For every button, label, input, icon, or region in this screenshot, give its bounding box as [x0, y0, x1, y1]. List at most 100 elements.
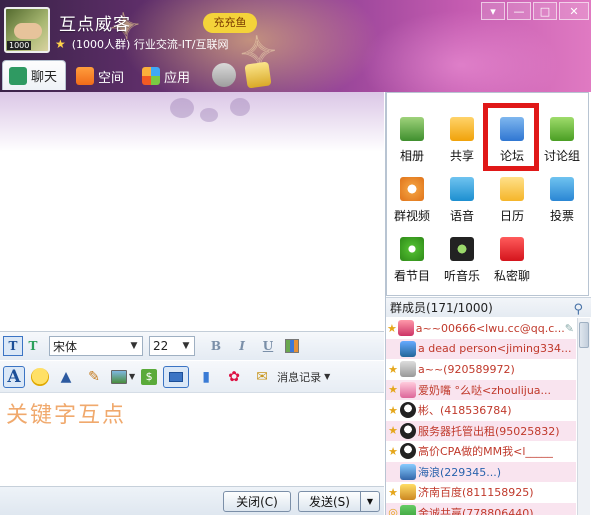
group-subtitle-row: ★ (1000人群) 行业交流-IT/互联网 — [55, 36, 228, 52]
chevron-down-icon[interactable]: ▼ — [324, 372, 330, 381]
chart-icon[interactable]: ▮ — [195, 366, 217, 388]
admin-star-icon: ★ — [388, 383, 398, 397]
close-button[interactable]: 关闭(C) — [223, 491, 291, 512]
app-share[interactable]: 共享 — [437, 93, 487, 163]
header-decor-badge: 充充鱼 — [203, 13, 257, 33]
group-side-panel: 相册 共享 论坛 讨论组 群视频 语音 日历 投票 看节目 听音乐 私密聊 群成… — [385, 92, 591, 515]
typed-text[interactable]: 关键字互点 — [6, 397, 126, 429]
text-style-button[interactable]: T — [3, 336, 23, 356]
list-item[interactable]: ★ 彬、(418536784) — [386, 400, 576, 421]
member-name: a dead person<jiming334... — [418, 342, 572, 356]
house-icon — [76, 67, 95, 85]
decor-blob — [170, 98, 194, 118]
avatar — [397, 320, 414, 337]
font-size-value: 22 — [153, 339, 169, 353]
folder-share-icon — [450, 117, 474, 141]
search-icon[interactable]: ⚲ — [573, 300, 583, 320]
tab-label: 聊天 — [31, 70, 58, 85]
tab-apps[interactable]: 应用 — [136, 62, 198, 90]
chevron-down-icon[interactable]: ▼ — [129, 372, 135, 381]
group-avatar[interactable]: 1000 — [4, 7, 50, 53]
font-toolbar: T T 宋体 ▼ 22 ▼ B I U — [0, 331, 384, 360]
list-item[interactable]: ★ 高价CPA做的MM我<l_____ — [386, 441, 576, 462]
scrollbar-thumb[interactable] — [579, 322, 589, 348]
avatar — [400, 340, 416, 357]
app-group-video[interactable]: 群视频 — [387, 153, 437, 223]
message-input[interactable]: 关键字互点 — [0, 394, 384, 486]
member-name: 高价CPA做的MM我<l_____ — [418, 445, 553, 459]
message-history[interactable] — [0, 92, 384, 328]
underline-button[interactable]: U — [255, 339, 281, 353]
money-icon[interactable]: $ — [141, 368, 158, 385]
avatar — [400, 422, 416, 439]
avatar — [400, 463, 416, 480]
color-grid-icon[interactable] — [285, 339, 299, 353]
text-color-button[interactable]: T — [23, 336, 43, 356]
font-family-select[interactable]: 宋体 ▼ — [49, 336, 143, 356]
edit-icon[interactable]: ✎ — [565, 322, 576, 335]
handshake-icon — [14, 23, 42, 39]
hat-icon[interactable]: ▲ — [55, 366, 77, 388]
font-size-select[interactable]: 22 ▼ — [149, 336, 195, 356]
chevron-down-icon: ▼ — [130, 341, 138, 351]
avatar — [400, 361, 416, 378]
vote-icon — [550, 177, 574, 201]
close-window-button[interactable]: ✕ — [559, 2, 589, 20]
gift-icon[interactable]: ✿ — [223, 366, 245, 388]
admin-star-icon: ★ — [388, 444, 398, 458]
app-discussion-group[interactable]: 讨论组 — [537, 93, 587, 163]
list-item[interactable]: ★ 爱奶嘴 °么哒<zhoulijua... — [386, 379, 576, 400]
send-button[interactable]: 发送(S) — [298, 491, 360, 512]
tab-chat[interactable]: 聊天 — [2, 60, 67, 90]
list-item[interactable]: a dead person<jiming334... — [386, 338, 576, 359]
bold-button[interactable]: B — [203, 339, 229, 353]
plugin-icon[interactable] — [244, 61, 272, 89]
secret-chat-icon — [500, 237, 524, 261]
app-secret-chat[interactable]: 私密聊 — [487, 213, 537, 283]
group-video-icon — [400, 177, 424, 201]
group-title[interactable]: 互点威客 — [59, 10, 131, 35]
decor-blob — [200, 108, 218, 122]
list-item[interactable]: ◎ 金诚共赢(778806440) — [386, 502, 576, 515]
italic-button[interactable]: I — [229, 339, 255, 353]
settings-gear-icon[interactable] — [212, 63, 237, 87]
app-vote[interactable]: 投票 — [537, 153, 587, 223]
tab-space[interactable]: 空间 — [70, 62, 132, 90]
minimize-button[interactable]: — — [507, 2, 531, 20]
app-show[interactable]: 看节目 — [387, 213, 437, 283]
screenshot-icon[interactable] — [163, 365, 190, 388]
voice-icon — [450, 177, 474, 201]
members-count: 群成员(171/1000) — [390, 301, 493, 315]
group-subtitle: (1000人群) 行业交流-IT/互联网 — [71, 38, 229, 51]
members-header: 群成员(171/1000) ⚲ — [386, 297, 591, 317]
list-item[interactable]: ★ a~~00666<lwu.cc@qq.c... ✎ — [386, 318, 576, 339]
tab-label: 空间 — [98, 70, 125, 86]
maximize-button[interactable]: □ — [533, 2, 557, 20]
list-item[interactable]: ★ a~~(920589972) — [386, 359, 576, 380]
list-item[interactable]: ★ 服务器托管出租(95025832) — [386, 420, 576, 441]
image-icon[interactable] — [111, 369, 127, 384]
chat-background-art — [0, 92, 384, 152]
app-voice[interactable]: 语音 — [437, 153, 487, 223]
smiley-icon[interactable] — [31, 367, 49, 386]
list-item[interactable]: ★ 济南百度(811158925) — [386, 482, 576, 503]
menu-dropdown-button[interactable]: ▾ — [481, 2, 505, 20]
font-icon[interactable]: A — [3, 365, 25, 388]
admin-star-icon: ◎ — [388, 506, 398, 515]
pen-icon[interactable]: ✎ — [83, 366, 105, 388]
member-name: 济南百度(811158925) — [418, 486, 534, 500]
app-music[interactable]: 听音乐 — [437, 213, 487, 283]
member-list-scrollbar[interactable] — [577, 318, 590, 515]
app-photo-album[interactable]: 相册 — [387, 93, 437, 163]
list-item[interactable]: 海浪(229345...) — [386, 461, 576, 482]
message-record-button[interactable]: 消息记录 — [277, 369, 321, 385]
photo-album-icon — [400, 117, 424, 141]
member-name: 爱奶嘴 °么哒<zhoulijua... — [418, 383, 552, 397]
admin-star-icon: ★ — [388, 424, 398, 438]
app-label: 私密聊 — [493, 269, 530, 283]
input-toolbar: A ▲ ✎ ▼ $ ▮ ✿ ✉ 消息记录 ▼ — [0, 361, 384, 393]
send-options-chevron-icon[interactable]: ▼ — [360, 491, 380, 512]
note-icon[interactable]: ✉ — [251, 366, 273, 388]
show-icon — [400, 237, 424, 261]
member-list[interactable]: ★ a~~00666<lwu.cc@qq.c... ✎ a dead perso… — [386, 318, 576, 515]
